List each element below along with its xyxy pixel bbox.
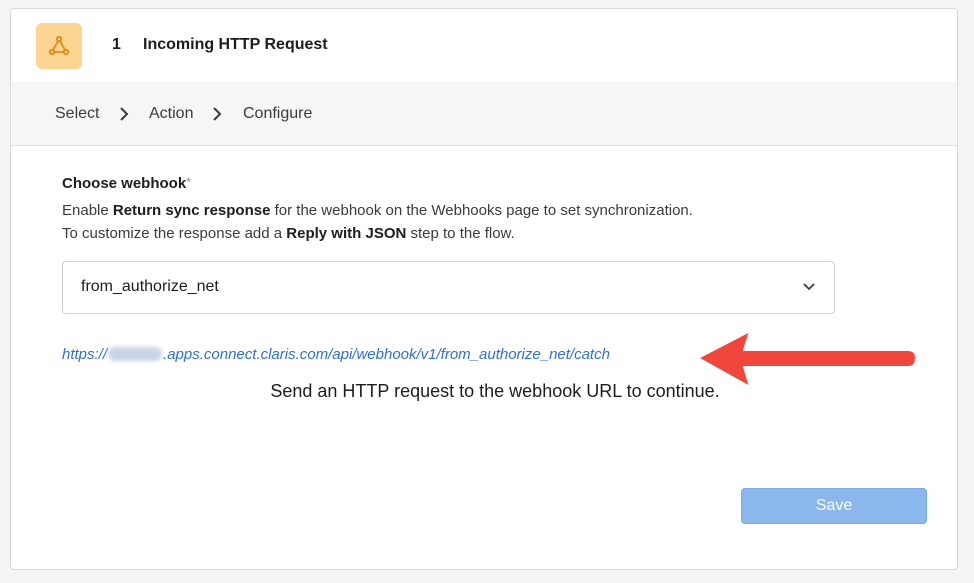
chevron-down-icon [803, 283, 815, 291]
help-text-reply: To customize the response add a Reply wi… [62, 225, 515, 242]
choose-webhook-label: Choose webhook* [62, 175, 191, 192]
breadcrumb-configure: Configure [243, 105, 313, 122]
help-text-part: Enable [62, 202, 113, 219]
webhook-select[interactable]: from_authorize_net [62, 261, 835, 314]
help-text-sync: Enable Return sync response for the webh… [62, 202, 693, 219]
webhook-url-prefix: https:// [62, 346, 108, 363]
configure-panel: 1 Incoming HTTP Request Select Action Co… [10, 8, 958, 570]
save-button[interactable]: Save [741, 488, 927, 524]
webhook-url-suffix: .apps.connect.claris.com/api/webhook/v1/… [163, 346, 610, 363]
breadcrumb-action[interactable]: Action [149, 105, 193, 123]
breadcrumb-select[interactable]: Select [55, 105, 99, 123]
info-message: Send an HTTP request to the webhook URL … [270, 381, 720, 401]
webhook-select-value: from_authorize_net [81, 278, 219, 295]
chevron-right-icon [120, 107, 129, 121]
breadcrumb: Select Action Configure [11, 82, 957, 146]
step-number: 1 [112, 36, 121, 53]
help-text-part: To customize the response add a [62, 225, 287, 242]
choose-webhook-text: Choose webhook [62, 175, 187, 192]
help-text-bold: Return sync response [112, 202, 271, 219]
redacted-subdomain [108, 347, 163, 361]
webhook-url-link[interactable]: https:// .apps.connect.claris.com/api/web… [62, 346, 610, 363]
help-text-bold: Reply with JSON [286, 225, 407, 242]
help-text-part: step to the flow. [406, 225, 515, 242]
step-header: 1 Incoming HTTP Request [11, 9, 957, 83]
webhook-app-tile [36, 23, 82, 69]
required-mark: * [186, 175, 191, 189]
help-text-part: for the webhook on the Webhooks page to … [270, 202, 693, 219]
chevron-right-icon [213, 107, 222, 121]
step-title: Incoming HTTP Request [143, 36, 328, 53]
webhook-icon [48, 35, 70, 56]
